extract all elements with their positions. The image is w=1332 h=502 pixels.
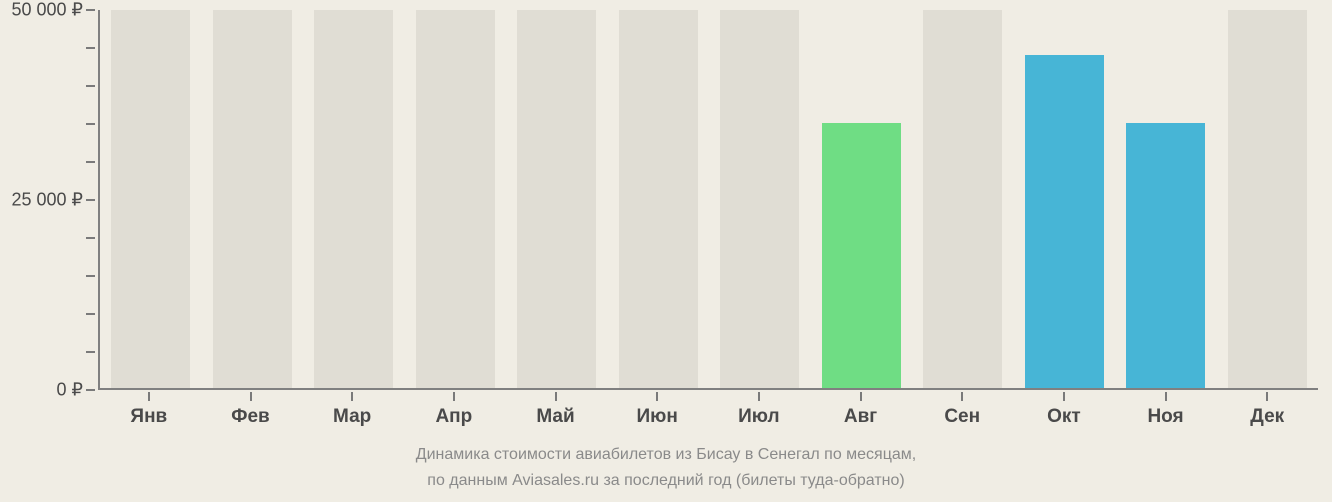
x-tick-group: Дек — [1216, 392, 1318, 432]
x-axis-tick — [656, 392, 658, 401]
y-axis-minor-tick — [86, 161, 95, 163]
x-axis-label: Дек — [1250, 406, 1284, 428]
x-axis-tick — [860, 392, 862, 401]
caption-line2: по данным Aviasales.ru за последний год … — [0, 468, 1332, 494]
x-tick-group: Мар — [301, 392, 403, 432]
x-axis-label: Янв — [130, 406, 167, 428]
bar-slot — [100, 10, 202, 388]
bar — [213, 10, 292, 388]
plot-area — [98, 10, 1318, 390]
bar — [1126, 123, 1205, 388]
bar — [619, 10, 698, 388]
x-tick-group: Авг — [810, 392, 912, 432]
x-axis-label: Май — [536, 406, 574, 428]
bar-slot — [202, 10, 304, 388]
x-tick-group: Ноя — [1115, 392, 1217, 432]
x-tick-group: Фев — [200, 392, 302, 432]
x-tick-group: Янв — [98, 392, 200, 432]
y-axis-minor-tick — [86, 123, 95, 125]
x-tick-group: Окт — [1013, 392, 1115, 432]
x-axis-label: Авг — [844, 406, 877, 428]
x-tick-group: Май — [505, 392, 607, 432]
y-axis-label: 0 ₽ — [57, 380, 83, 401]
chart-caption: Динамика стоимости авиабилетов из Бисау … — [0, 442, 1332, 493]
x-axis-tick — [250, 392, 252, 401]
bar-slot — [1115, 10, 1217, 388]
x-axis-label: Окт — [1047, 406, 1081, 428]
chart-wrapper: 0 ₽25 000 ₽50 000 ₽ ЯнвФевМарАпрМайИюнИю… — [0, 0, 1332, 502]
x-axis-tick — [453, 392, 455, 401]
bar-slot — [1217, 10, 1319, 388]
bar-slot — [1014, 10, 1116, 388]
x-axis-label: Мар — [333, 406, 371, 428]
bar — [1025, 55, 1104, 388]
x-tick-group: Сен — [911, 392, 1013, 432]
x-axis-label: Сен — [944, 406, 980, 428]
x-tick-group: Июл — [708, 392, 810, 432]
x-axis-label: Июн — [637, 406, 678, 428]
x-axis-tick — [758, 392, 760, 401]
y-axis-tick — [86, 199, 95, 201]
x-axis-tick — [1063, 392, 1065, 401]
y-axis-minor-tick — [86, 313, 95, 315]
bar-slot — [303, 10, 405, 388]
y-axis-minor-tick — [86, 351, 95, 353]
x-tick-group: Июн — [606, 392, 708, 432]
bar — [720, 10, 799, 388]
bar-slot — [811, 10, 913, 388]
x-axis-label: Фев — [231, 406, 269, 428]
bar-slot — [608, 10, 710, 388]
bar-slot — [405, 10, 507, 388]
y-axis-label: 50 000 ₽ — [11, 0, 83, 21]
x-axis-tick — [351, 392, 353, 401]
x-axis-tick — [1165, 392, 1167, 401]
x-axis: Янв Фев Мар Апр Май Июн Июл Авг Сен Окт Ноя Дек — [98, 392, 1318, 432]
y-axis: 0 ₽25 000 ₽50 000 ₽ — [0, 10, 95, 390]
bar — [111, 10, 190, 388]
bar — [822, 123, 901, 388]
y-axis-minor-tick — [86, 85, 95, 87]
bars-container — [100, 10, 1318, 388]
x-axis-tick — [961, 392, 963, 401]
y-axis-minor-tick — [86, 237, 95, 239]
y-axis-label: 25 000 ₽ — [11, 190, 83, 211]
x-tick-group: Апр — [403, 392, 505, 432]
y-axis-tick — [86, 389, 95, 391]
x-axis-tick — [555, 392, 557, 401]
y-axis-tick — [86, 9, 95, 11]
x-axis-tick — [1266, 392, 1268, 401]
bar — [1228, 10, 1307, 388]
y-axis-minor-tick — [86, 275, 95, 277]
bar-slot — [709, 10, 811, 388]
bar-slot — [912, 10, 1014, 388]
y-axis-minor-tick — [86, 47, 95, 49]
bar-slot — [506, 10, 608, 388]
bar — [923, 10, 1002, 388]
x-axis-label: Ноя — [1147, 406, 1183, 428]
x-axis-tick — [148, 392, 150, 401]
bar — [416, 10, 495, 388]
x-axis-label: Июл — [738, 406, 779, 428]
bar — [517, 10, 596, 388]
caption-line1: Динамика стоимости авиабилетов из Бисау … — [0, 442, 1332, 468]
bar — [314, 10, 393, 388]
x-axis-label: Апр — [435, 406, 472, 428]
